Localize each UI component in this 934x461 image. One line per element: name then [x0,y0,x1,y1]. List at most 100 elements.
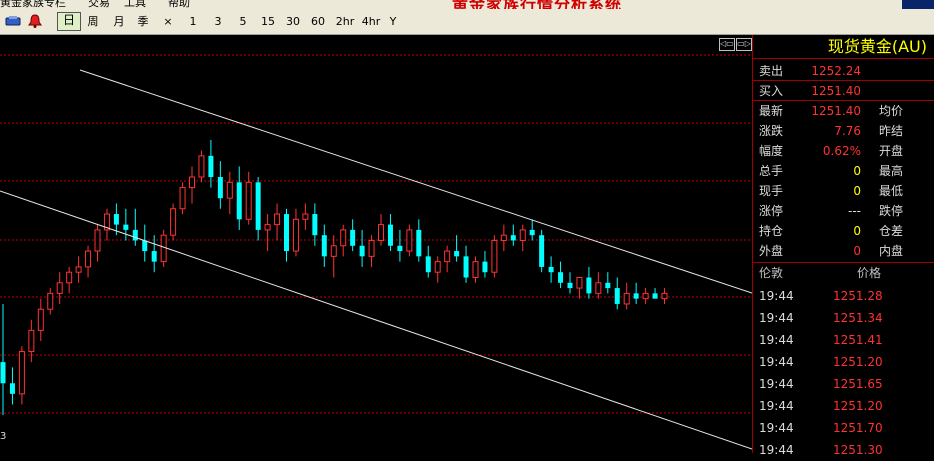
quote-label: 持仓 [759,224,784,238]
quote-label-secondary: 内盘 [879,244,904,258]
menu-item-help[interactable]: 帮助 [168,0,190,9]
quote-label: 买入 [759,84,784,98]
period-close-button[interactable]: × [161,13,175,30]
quote-label-secondary: 最高 [879,164,904,178]
candle-body-up [28,329,35,353]
quote-row: 总手 0 最高 [753,161,934,181]
period-2hr-button[interactable]: 2hr [333,13,357,30]
candle-body-up [274,213,281,226]
candle-body-up [576,277,583,289]
candle-body-up [85,250,92,268]
tick-row: 19:44 1251.20 [753,395,934,417]
candle-body-down [539,235,545,267]
tick-price: 1251.34 [833,311,883,325]
quote-row: 持仓 0 仓差 [753,221,934,241]
tick-price: 1251.20 [833,355,883,369]
candle-body-down [255,182,261,230]
candle-body-up [491,239,498,273]
period-1min-button[interactable]: 1 [186,13,200,30]
candle-body-down [142,240,148,252]
candle-body-down [425,256,431,273]
quote-label: 涨跌 [759,124,784,138]
candle-body-up [75,266,82,273]
chart-canvas[interactable] [0,35,752,453]
quote-row: 涨跌 7.76 昨结 [753,121,934,141]
menu-item-trade[interactable]: 交易 [88,0,110,9]
period-day-button[interactable]: 日 [57,12,81,31]
quote-value: 0 [853,184,861,198]
tick-row: 19:44 1251.30 [753,439,934,461]
period-5min-button[interactable]: 5 [236,13,250,30]
tick-time: 19:44 [759,355,794,369]
quote-label: 幅度 [759,144,784,158]
tick-row: 19:44 1251.28 [753,285,934,307]
candle-body-down [350,229,356,246]
candle-body-up [434,261,441,273]
period-30min-button[interactable]: 30 [283,13,303,30]
period-year-button[interactable]: Y [386,13,400,30]
candle-body-up [292,218,299,252]
menu-item-tools[interactable]: 工具 [124,0,146,9]
quote-label: 卖出 [759,64,784,78]
tick-row: 19:44 1251.70 [753,417,934,439]
candle-body-up [160,234,167,263]
period-4hr-button[interactable]: 4hr [359,13,383,30]
panel-separator [753,80,934,81]
window-title-strip [902,0,934,9]
candle-body-up [37,308,44,331]
tick-row: 19:44 1251.41 [753,329,934,351]
menu-item-column[interactable]: 黄金家族专栏 [0,0,66,9]
candle-body-down [397,245,403,252]
tick-price: 1251.41 [833,333,883,347]
candle-body-down [284,214,289,252]
candle-body-up [47,292,54,310]
tick-price: 1251.28 [833,289,883,303]
candle-body-up [179,187,186,210]
tick-time: 19:44 [759,377,794,391]
candle-body-down [482,261,488,273]
candlestick-chart[interactable]: ◁▭ ▭▷ 3 [0,35,752,453]
candle-body-down [0,362,6,384]
scroll-right-button[interactable]: ▭▷ [736,38,752,51]
quote-label-secondary: 昨结 [879,124,904,138]
ticks-header: 伦敦 价格 [753,263,934,283]
tick-time: 19:44 [759,333,794,347]
quote-row: 卖出 1252.24 [753,61,934,81]
quote-value: 1251.40 [811,104,861,118]
candle-body-down [567,282,573,289]
quote-row: 买入 1251.40 [753,81,934,101]
period-month-button[interactable]: 月 [110,13,128,30]
period-15min-button[interactable]: 15 [258,13,278,30]
candle-body-up [264,224,271,231]
quote-row: 现手 0 最低 [753,181,934,201]
period-60min-button[interactable]: 60 [308,13,328,30]
quote-row: 幅度 0.62% 开盘 [753,141,934,161]
tick-price: 1251.65 [833,377,883,391]
trendline-lower [0,190,752,450]
candle-body-up [226,181,233,199]
period-3min-button[interactable]: 3 [211,13,225,30]
quote-value: 0 [853,164,861,178]
menu-bar: 黄金家族专栏 交易 工具 帮助 黄金家族行情分析系统 [0,0,934,9]
candle-body-down [359,245,365,257]
quote-label: 外盘 [759,244,784,258]
candle-body-down [652,293,658,299]
candle-body-down [132,229,138,241]
scroll-left-button[interactable]: ◁▭ [719,38,735,51]
quote-label: 现手 [759,184,784,198]
flash-icon[interactable] [5,13,21,29]
period-week-button[interactable]: 周 [84,13,102,30]
tick-time: 19:44 [759,399,794,413]
candle-body-up [595,282,602,294]
candle-body-down [208,155,214,178]
period-quarter-button[interactable]: 季 [134,13,152,30]
candle-body-down [387,224,393,246]
candle-body-up [94,229,101,252]
candle-body-up [444,250,451,263]
candle-body-up [330,245,337,257]
quote-value: --- [848,204,861,218]
alarm-bell-icon[interactable] [27,13,43,29]
quote-label: 总手 [759,164,784,178]
instrument-title: 现货黄金(AU) [753,35,934,59]
panel-separator [753,100,934,101]
